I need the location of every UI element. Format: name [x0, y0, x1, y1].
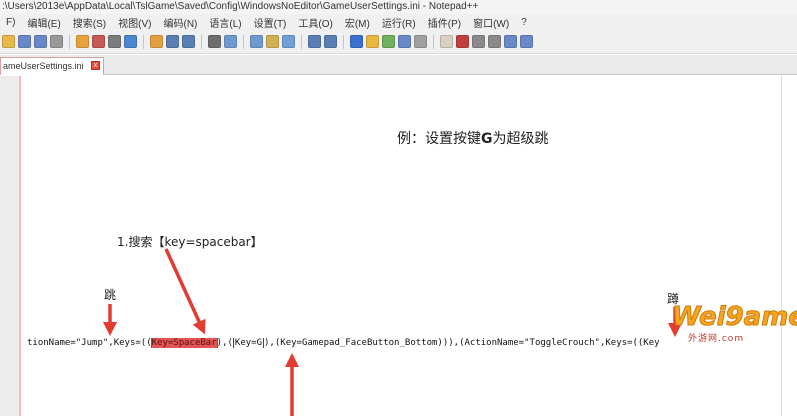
tab-bar: ameUserSettings.ini x: [0, 55, 797, 75]
toolbar-button-icon[interactable]: [108, 35, 121, 48]
notepadpp-window: :\Users\2013e\AppData\Local\TslGame\Save…: [0, 0, 797, 416]
toolbar-button-icon[interactable]: [456, 35, 469, 48]
menu-item[interactable]: 编码(N): [157, 15, 203, 30]
menu-bar: F) 编辑(E) 搜索(S) 视图(V) 编码(N) 语言(L) 设置(T) 工具(O) 宏(M…: [0, 14, 797, 30]
toolbar-separator: [301, 34, 302, 49]
watermark-sub: 外游网.com: [688, 334, 745, 344]
toolbar-button-icon[interactable]: [350, 35, 363, 48]
editor-area[interactable]: 例：设置按键G为超级跳 1.搜索【key=spacebar】 跳 蹲 tionN…: [0, 76, 797, 416]
toolbar-button-icon[interactable]: [182, 35, 195, 48]
toolbar-button-icon[interactable]: [208, 35, 221, 48]
toolbar-button-icon[interactable]: [250, 35, 263, 48]
toolbar-button-icon[interactable]: [50, 35, 63, 48]
file-tab-label: ameUserSettings.ini: [3, 61, 84, 71]
close-icon[interactable]: x: [91, 61, 100, 70]
toolbar-button-icon[interactable]: [150, 35, 163, 48]
menu-item[interactable]: 设置(T): [248, 15, 293, 30]
menu-item[interactable]: 窗口(W): [467, 15, 515, 30]
toolbar-separator: [69, 34, 70, 49]
toolbar-button-icon[interactable]: [520, 35, 533, 48]
toolbar-separator: [243, 34, 244, 49]
toolbar: [0, 30, 797, 54]
toolbar-button-icon[interactable]: [282, 35, 295, 48]
title-bar: :\Users\2013e\AppData\Local\TslGame\Save…: [0, 0, 797, 14]
menu-item[interactable]: ?: [515, 17, 533, 28]
toolbar-button-icon[interactable]: [34, 35, 47, 48]
toolbar-button-icon[interactable]: [472, 35, 485, 48]
menu-item[interactable]: 语言(L): [203, 15, 247, 30]
menu-item[interactable]: 插件(P): [422, 15, 467, 30]
watermark-logo: Wei9amer 外游网.com: [672, 302, 797, 345]
toolbar-button-icon[interactable]: [366, 35, 379, 48]
toolbar-button-icon[interactable]: [18, 35, 31, 48]
menu-item[interactable]: 编辑(E): [21, 15, 66, 30]
toolbar-separator: [143, 34, 144, 49]
watermark-brand: Wei9amer: [672, 302, 797, 333]
menu-item[interactable]: 宏(M): [339, 15, 376, 30]
toolbar-button-icon[interactable]: [488, 35, 501, 48]
toolbar-button-icon[interactable]: [398, 35, 411, 48]
toolbar-separator: [433, 34, 434, 49]
menu-item[interactable]: 视图(V): [112, 15, 157, 30]
toolbar-button-icon[interactable]: [124, 35, 137, 48]
arrow-step-to-highlight: [164, 248, 206, 335]
toolbar-button-icon[interactable]: [92, 35, 105, 48]
toolbar-button-icon[interactable]: [504, 35, 517, 48]
menu-item[interactable]: F): [0, 17, 21, 28]
menu-item[interactable]: 工具(O): [292, 15, 338, 30]
toolbar-button-icon[interactable]: [2, 35, 15, 48]
toolbar-button-icon[interactable]: [308, 35, 321, 48]
toolbar-button-icon[interactable]: [382, 35, 395, 48]
toolbar-button-icon[interactable]: [224, 35, 237, 48]
window-title: :\Users\2013e\AppData\Local\TslGame\Save…: [2, 1, 479, 12]
menu-item[interactable]: 搜索(S): [67, 15, 112, 30]
file-tab[interactable]: ameUserSettings.ini x: [0, 57, 104, 75]
toolbar-button-icon[interactable]: [76, 35, 89, 48]
toolbar-button-icon[interactable]: [166, 35, 179, 48]
toolbar-separator: [201, 34, 202, 49]
toolbar-button-icon[interactable]: [414, 35, 427, 48]
toolbar-button-icon[interactable]: [440, 35, 453, 48]
annotation-arrows: [103, 248, 682, 416]
menu-item[interactable]: 运行(R): [376, 15, 422, 30]
toolbar-separator: [343, 34, 344, 49]
toolbar-button-icon[interactable]: [266, 35, 279, 48]
toolbar-button-icon[interactable]: [324, 35, 337, 48]
